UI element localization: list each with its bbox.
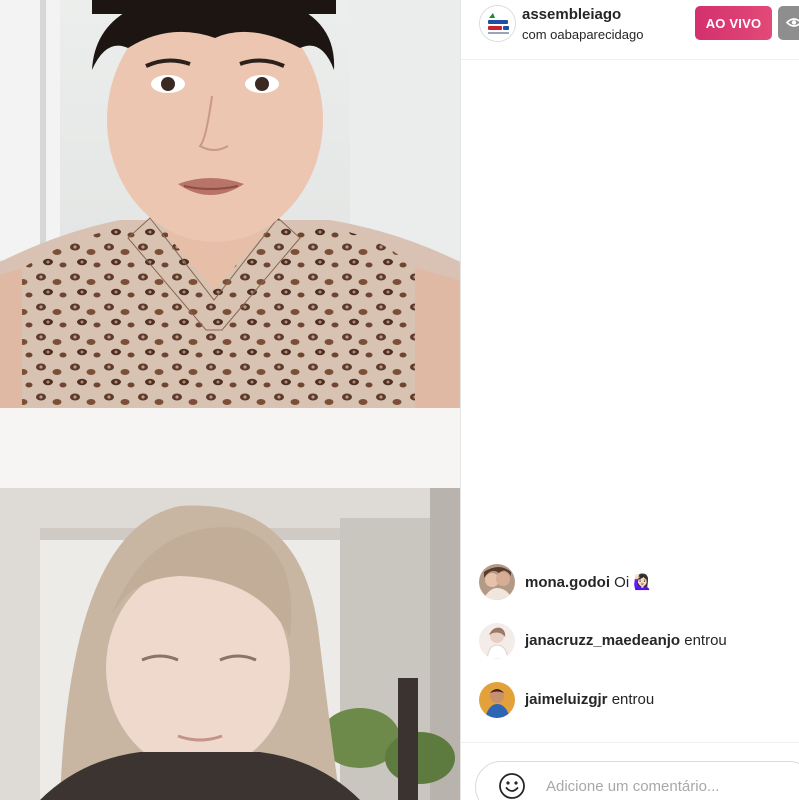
comment-username[interactable]: jaimeluizgjr xyxy=(525,691,608,708)
comment-username[interactable]: janacruzz_maedeanjo xyxy=(525,632,680,649)
composer-divider xyxy=(461,742,799,743)
comment-composer xyxy=(475,761,799,800)
guest-video-frame xyxy=(0,408,460,800)
video-feed-host xyxy=(0,0,460,408)
comment-input[interactable] xyxy=(546,770,786,800)
avatar[interactable] xyxy=(479,564,515,600)
comment-item: mona.godoi Oi 🙋🏻‍♀️ xyxy=(479,564,799,600)
host-video-frame xyxy=(0,0,460,408)
smiley-icon[interactable] xyxy=(498,772,526,800)
comment-text: entrou xyxy=(684,632,727,649)
comment-item: jaimeluizgjr entrou xyxy=(479,682,799,718)
host-avatar[interactable] xyxy=(479,5,516,42)
comment-username[interactable]: mona.godoi xyxy=(525,574,610,591)
avatar[interactable] xyxy=(479,682,515,718)
avatar[interactable] xyxy=(479,623,515,659)
comment-text: Oi 🙋🏻‍♀️ xyxy=(614,574,653,591)
co-host-label[interactable]: com oabaparecidago xyxy=(522,27,643,42)
comment-text: entrou xyxy=(611,691,655,708)
eye-icon xyxy=(786,18,799,27)
viewers-badge[interactable] xyxy=(778,6,799,40)
assembly-logo-icon xyxy=(480,6,515,41)
live-side-panel: assembleiago com oabaparecidago AO VIVO … xyxy=(460,0,799,800)
user-avatar-photo xyxy=(479,564,515,600)
live-badge: AO VIVO xyxy=(695,6,772,40)
video-feed-guest xyxy=(0,408,460,800)
live-header: assembleiago com oabaparecidago AO VIVO xyxy=(461,0,799,60)
live-video-area xyxy=(0,0,460,800)
comment-item: janacruzz_maedeanjo entrou xyxy=(479,623,799,659)
host-username[interactable]: assembleiago xyxy=(522,6,621,23)
user-avatar-photo xyxy=(479,623,515,659)
user-avatar-photo xyxy=(479,682,515,718)
